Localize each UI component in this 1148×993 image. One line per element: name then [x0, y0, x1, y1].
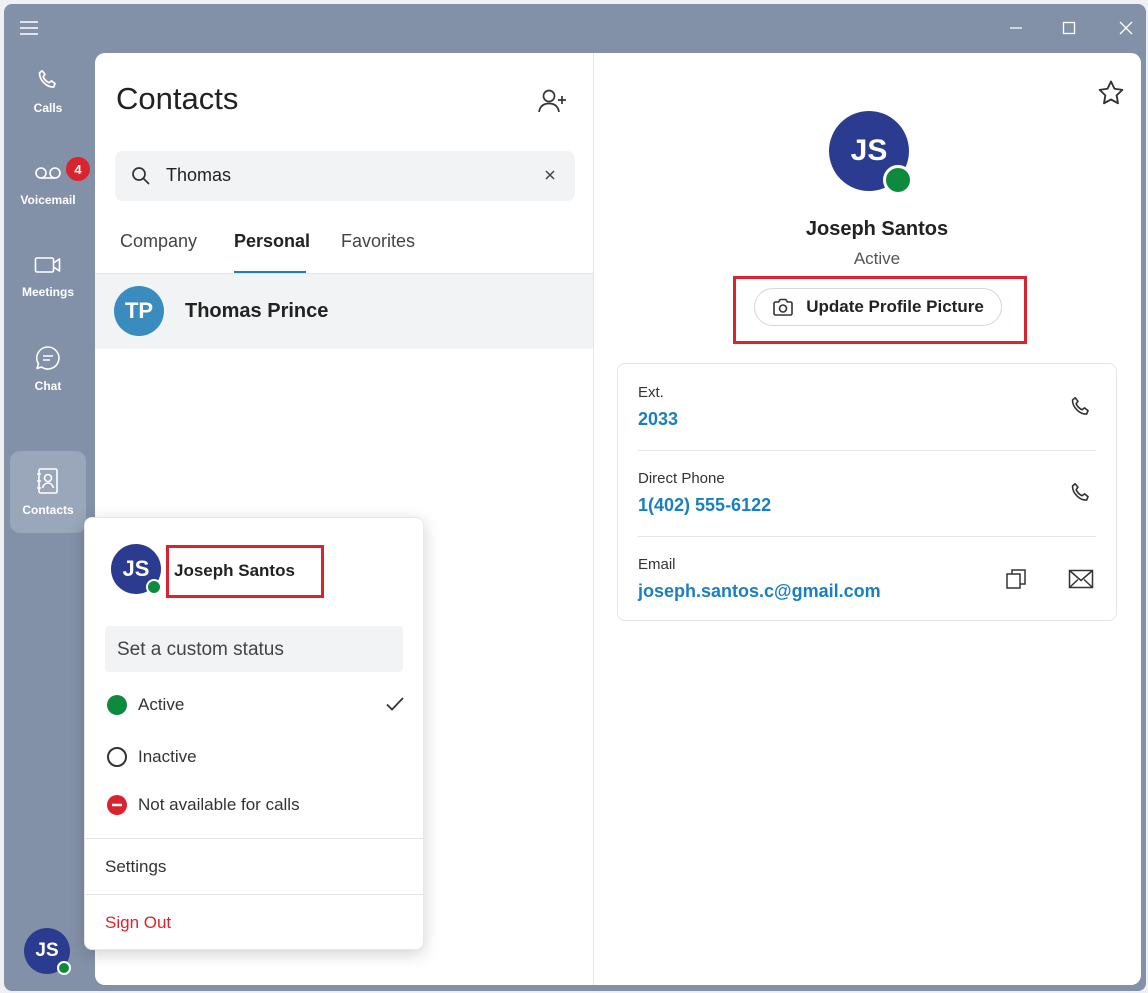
info-row-email: Email joseph.santos.c@gmail.com — [638, 536, 1096, 622]
field-label: Email — [638, 556, 676, 573]
minimize-icon[interactable] — [1002, 14, 1030, 42]
status-option-inactive[interactable]: Inactive — [105, 742, 405, 772]
field-value[interactable]: joseph.santos.c@gmail.com — [638, 581, 881, 602]
avatar: JS — [111, 544, 162, 595]
tab-favorites[interactable]: Favorites — [341, 231, 415, 252]
tab-company[interactable]: Company — [120, 231, 197, 252]
do-not-disturb-icon — [107, 795, 127, 815]
search-query: Thomas — [166, 165, 232, 185]
status-label: Active — [138, 695, 185, 714]
add-person-icon — [538, 89, 566, 113]
field-value[interactable]: 1(402) 555-6122 — [638, 495, 771, 516]
copy-icon[interactable] — [1001, 564, 1031, 594]
mail-icon[interactable] — [1066, 564, 1096, 594]
page-title: Contacts — [116, 81, 239, 116]
divider — [85, 838, 423, 839]
nav-item-contacts[interactable]: Contacts — [10, 451, 86, 533]
call-phone-icon[interactable] — [1066, 392, 1096, 422]
voicemail-count-badge: 4 — [66, 157, 90, 181]
nav-label: Chat — [34, 379, 62, 393]
nav-label: Meetings — [21, 285, 74, 299]
add-contact-button[interactable] — [535, 83, 571, 119]
status-option-active[interactable]: Active — [105, 690, 405, 720]
highlight-box — [733, 276, 1027, 344]
field-label: Ext. — [638, 384, 664, 401]
presence-indicator — [883, 165, 913, 195]
profile-status: Active — [853, 249, 901, 268]
online-status-icon — [107, 695, 127, 715]
contact-name: Thomas Prince — [185, 300, 329, 322]
user-status-menu: JS Joseph Santos Set a custom status Act… — [84, 517, 424, 950]
nav-rail: Calls Voicemail 4 Meetings Chat Contacts — [4, 50, 94, 991]
search-icon — [132, 167, 150, 185]
avatar-initials: JS — [122, 556, 150, 581]
status-label: Not available for calls — [138, 795, 300, 814]
profile-name: Joseph Santos — [805, 218, 949, 240]
avatar-initials: JS — [850, 134, 888, 167]
sign-out-link[interactable]: Sign Out — [105, 913, 171, 933]
info-row-ext: Ext. 2033 — [638, 364, 1096, 451]
divider — [85, 894, 423, 895]
nav-item-voicemail[interactable]: Voicemail 4 — [10, 143, 90, 225]
info-row-direct-phone: Direct Phone 1(402) 555-6122 — [638, 450, 1096, 537]
chat-icon — [36, 346, 60, 370]
nav-item-chat[interactable]: Chat — [10, 328, 86, 410]
inactive-status-icon — [107, 747, 127, 767]
voicemail-icon — [35, 167, 61, 179]
highlight-box — [166, 545, 324, 598]
status-option-unavailable[interactable]: Not available for calls — [105, 790, 405, 820]
user-avatar-button[interactable]: JS — [24, 928, 71, 975]
hamburger-menu-icon[interactable] — [15, 14, 43, 42]
contact-book-icon — [37, 468, 58, 494]
settings-link[interactable]: Settings — [105, 857, 166, 877]
profile-avatar: JS — [829, 111, 913, 195]
search-input[interactable]: Thomas — [115, 151, 575, 201]
custom-status-input[interactable]: Set a custom status — [105, 626, 403, 672]
tab-personal[interactable]: Personal — [234, 231, 310, 252]
field-value[interactable]: 2033 — [638, 409, 678, 430]
nav-item-meetings[interactable]: Meetings — [10, 235, 86, 317]
contact-list-item[interactable]: TP Thomas Prince — [95, 274, 593, 349]
nav-label: Calls — [33, 101, 63, 115]
presence-indicator — [146, 579, 162, 595]
contact-detail-panel: JS Joseph Santos Active Update Profile P… — [594, 53, 1141, 985]
avatar: TP — [114, 286, 164, 336]
checkmark-icon — [386, 697, 404, 711]
nav-label: Contacts — [22, 503, 74, 517]
clear-search-icon[interactable] — [539, 164, 561, 186]
presence-indicator — [57, 961, 71, 975]
close-icon[interactable] — [1112, 14, 1140, 42]
contact-info-card: Ext. 2033 Direct Phone 1(402) 555-6122 E… — [617, 363, 1117, 621]
favorite-star-icon[interactable] — [1095, 77, 1127, 109]
maximize-icon[interactable] — [1055, 14, 1083, 42]
title-bar — [4, 4, 1146, 50]
avatar-initials: JS — [35, 940, 59, 961]
custom-status-placeholder: Set a custom status — [117, 639, 284, 660]
video-icon — [34, 257, 61, 273]
nav-label: Voicemail — [20, 193, 76, 207]
status-label: Inactive — [138, 747, 197, 766]
field-label: Direct Phone — [638, 470, 725, 487]
call-phone-icon[interactable] — [1066, 478, 1096, 508]
nav-item-calls[interactable]: Calls — [10, 50, 86, 132]
app-window: Calls Voicemail 4 Meetings Chat Contacts… — [4, 4, 1146, 991]
phone-icon — [38, 69, 56, 88]
